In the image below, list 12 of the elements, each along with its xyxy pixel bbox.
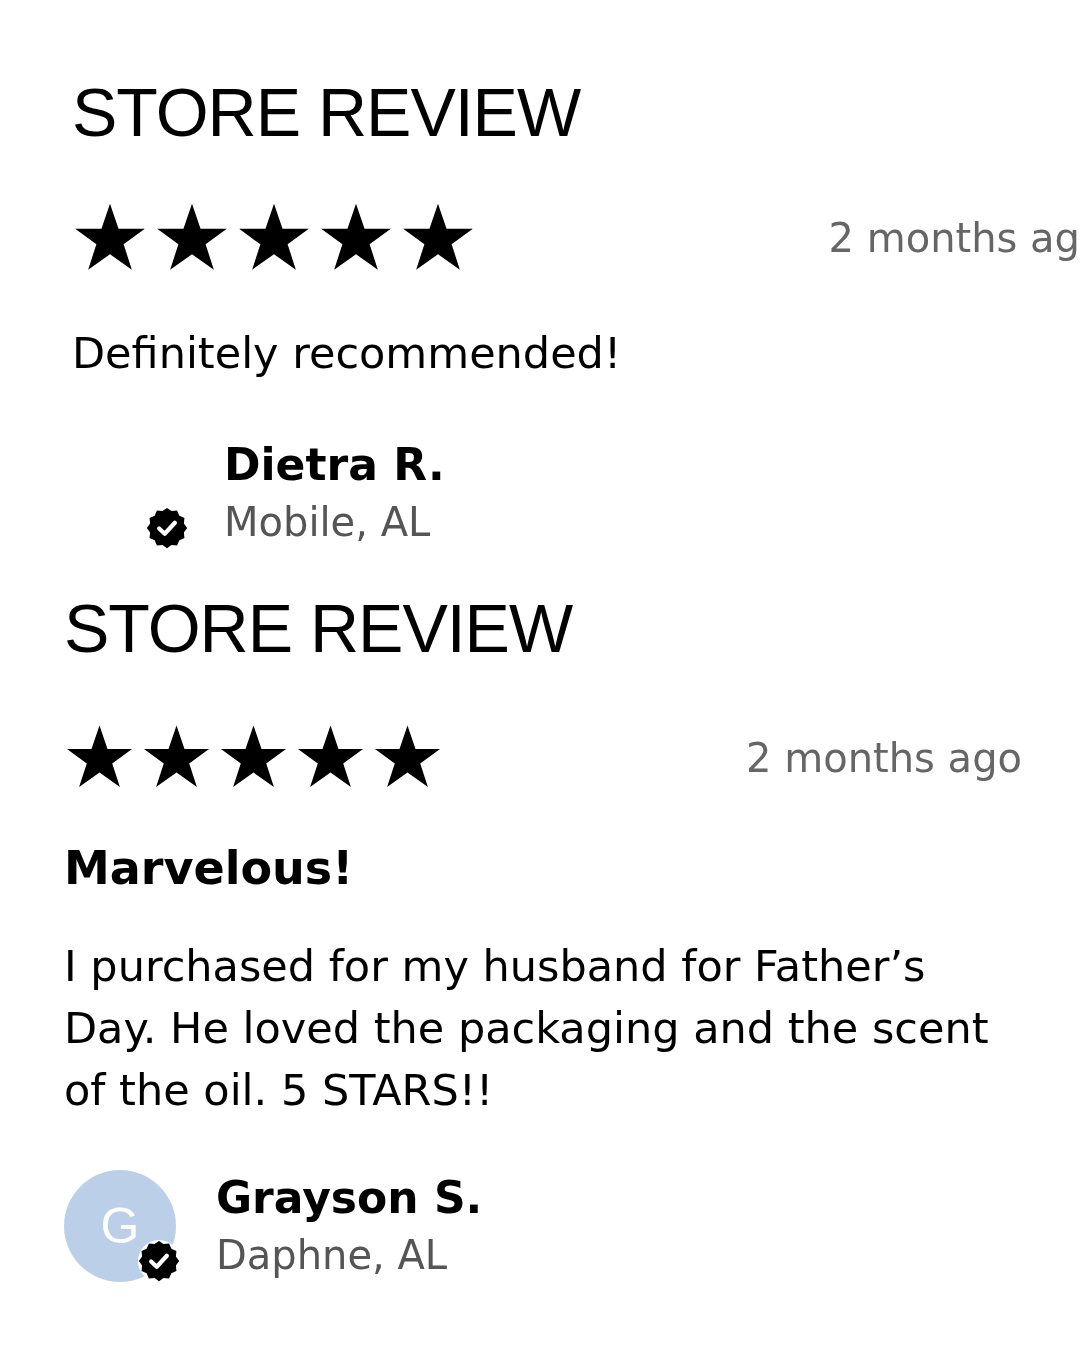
reviewer-location: Mobile, AL (224, 498, 432, 547)
review-title: Marvelous! (64, 841, 355, 895)
reviewer-location: Daphne, AL (216, 1231, 449, 1280)
review-heading: STORE REVIEW (64, 590, 574, 666)
review-text: I purchased for my husband for Father’s Day. He loved the packaging and the scent of the oil. 5 STARS!! (64, 940, 990, 1117)
review-date: 2 months ag (828, 215, 1080, 261)
review-text: Definitely recommended! (72, 327, 623, 380)
review-heading: STORE REVIEW (72, 74, 582, 150)
reviewer-name: Dietra R. (224, 438, 445, 492)
reviewer-name: Grayson S. (216, 1171, 483, 1225)
avatar: G (64, 1170, 176, 1282)
review-date: 2 months ago (746, 734, 1022, 781)
